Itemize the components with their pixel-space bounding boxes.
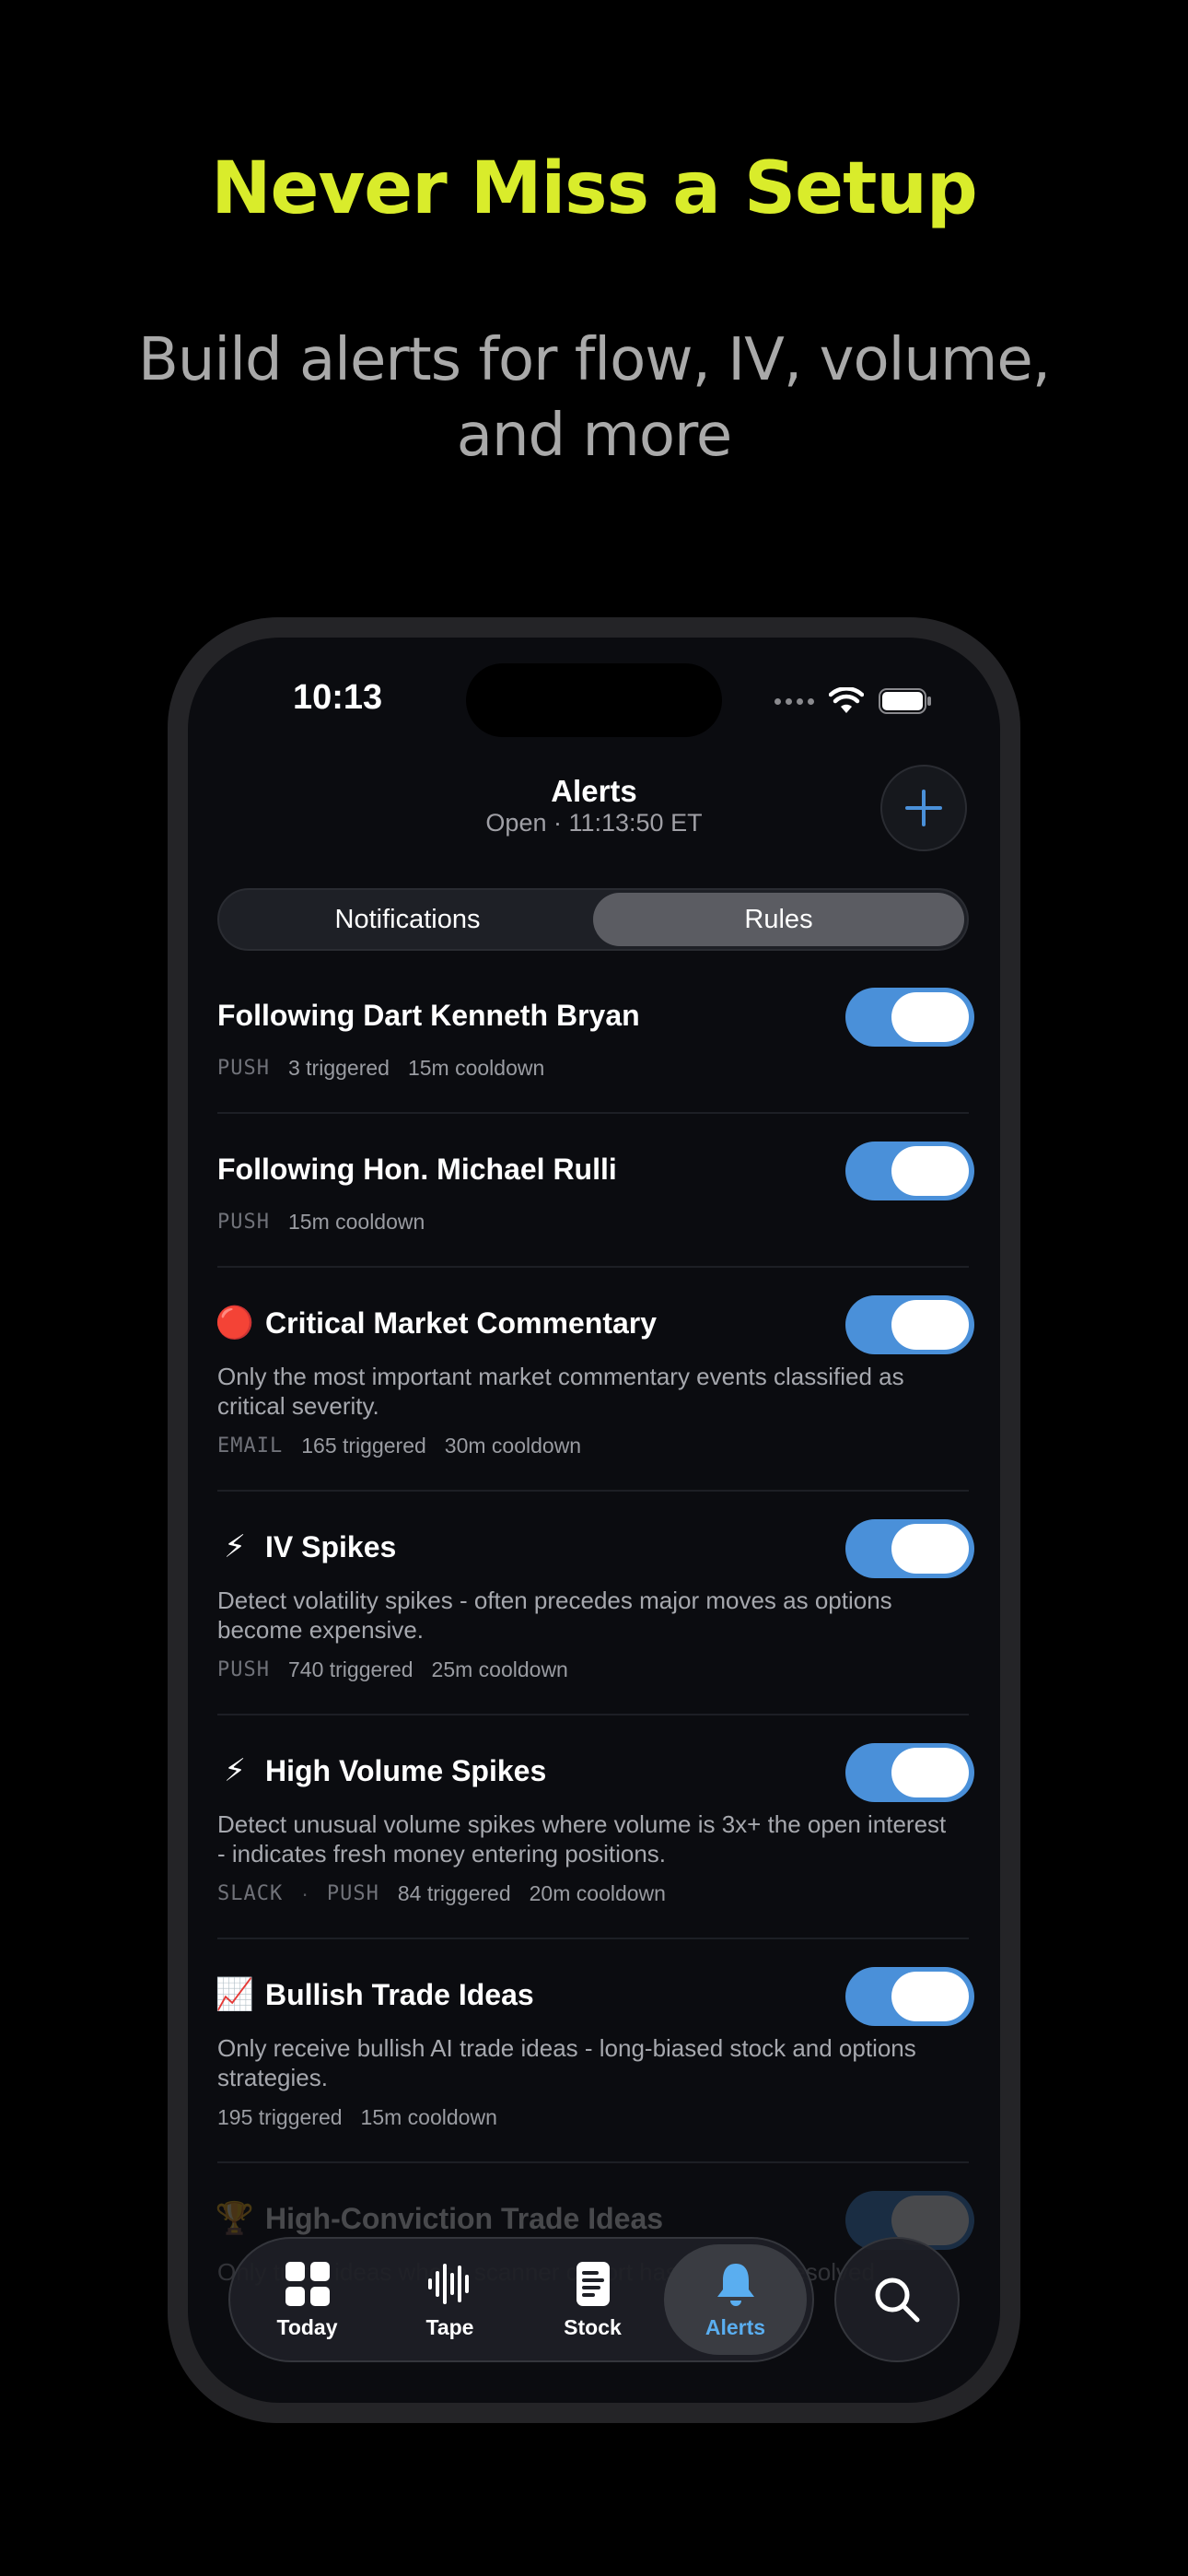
rule-toggle[interactable] [845,1142,974,1200]
rule-toggle[interactable] [845,1967,974,2026]
red-circle-icon: 🔴 [215,1305,255,1341]
rule-meta: EMAIL 165 triggered 30m cooldown [217,1434,969,1458]
tab-label: Tape [425,2314,474,2339]
segmented-control: Notifications Rules [217,888,969,951]
search-button[interactable] [834,2237,960,2362]
document-icon [576,2261,610,2306]
rule-toggle[interactable] [845,1743,974,1802]
rule-meta: 195 triggered 15m cooldown [217,2105,969,2130]
dynamic-island [466,663,722,737]
tab-notifications[interactable]: Notifications [222,893,593,946]
tab-tape[interactable]: Tape [379,2244,521,2355]
rule-item[interactable]: 📈 Bullish Trade Ideas Only receive bullis… [215,1939,974,2163]
rule-toggle[interactable] [845,1295,974,1354]
rule-item[interactable]: Following Dart Kenneth Bryan PUSH 3 trig… [217,988,974,1114]
triggered-count: 165 triggered [301,1434,426,1458]
cooldown: 15m cooldown [407,1056,545,1080]
rule-item[interactable]: ⚡ IV Spikes Detect volatility spikes - of… [217,1492,974,1715]
rule-meta: PUSH 740 triggered 25m cooldown [217,1657,969,1682]
rule-toggle[interactable] [845,1519,974,1578]
status-time: 10:13 [293,678,383,717]
cooldown: 15m cooldown [360,2105,497,2129]
status-icons [775,687,932,715]
headline: Never Miss a Setup [211,147,977,230]
cooldown: 30m cooldown [444,1434,582,1458]
channel-badge: EMAIL [217,1434,284,1458]
tab-label: Alerts [705,2314,766,2339]
search-icon [875,2277,920,2323]
battery-icon [879,688,931,714]
cellular-icon [775,697,814,705]
channel-badge: PUSH [326,1882,379,1905]
triggered-count: 84 triggered [397,1881,511,1905]
tab-bar: Today Tape Stock Alerts [228,2237,814,2362]
cooldown: 20m cooldown [529,1881,666,1905]
rule-meta: PUSH 15m cooldown [217,1210,969,1235]
triggered-count: 3 triggered [287,1056,390,1080]
subheadline: Build alerts for flow, IV, volume, and m… [137,326,1051,470]
waveform-icon [427,2263,469,2304]
wifi-icon [829,687,864,713]
chart-up-icon: 📈 [215,1976,255,2013]
rule-toggle[interactable] [845,988,974,1047]
tab-label: Stock [564,2314,622,2339]
plus-icon [905,790,942,826]
rule-description: Detect unusual volume spikes where volum… [217,1810,947,1868]
channel-badge: PUSH [217,1658,270,1681]
trophy-icon: 🏆 [215,2200,255,2237]
phone-screen: 10:13 Alerts Open · 11:13:50 ET Notifica… [188,638,1000,2403]
channel-badge: PUSH [217,1057,270,1080]
rule-meta: PUSH 3 triggered 15m cooldown [217,1056,969,1081]
triggered-count: 195 triggered [217,2105,343,2129]
grid-icon [285,2261,330,2306]
rule-item[interactable]: ⚡ High Volume Spikes Detect unusual volum… [217,1715,974,1939]
bell-icon [716,2263,754,2306]
lightning-icon: ⚡ [224,1752,246,1789]
add-alert-button[interactable] [880,765,967,851]
rule-description: Only receive bullish AI trade ideas - lo… [217,2034,916,2091]
rule-description: Detect volatility spikes - often precede… [217,1587,892,1644]
rule-description: Only the most important market commentar… [217,1363,904,1420]
cooldown: 15m cooldown [287,1210,425,1234]
tab-today[interactable]: Today [236,2244,379,2355]
rule-meta: SLACK · PUSH 84 triggered 20m cooldown [217,1881,969,1906]
lightning-icon: ⚡ [224,1528,246,1565]
tab-stock[interactable]: Stock [521,2244,664,2355]
channel-badge: PUSH [217,1211,270,1234]
rule-item[interactable]: Following Hon. Michael Rulli PUSH 15m co… [217,1114,974,1268]
tab-label: Today [276,2314,338,2339]
triggered-count: 740 triggered [287,1657,413,1681]
tab-rules[interactable]: Rules [593,893,964,946]
rule-item[interactable]: 🔴 Critical Market Commentary Only the mos… [215,1268,974,1492]
separator: · [301,1881,309,1905]
cooldown: 25m cooldown [431,1657,568,1681]
page-title: Alerts [551,774,637,808]
market-status: Open · 11:13:50 ET [485,809,703,837]
channel-badge: SLACK [217,1882,284,1905]
tab-alerts[interactable]: Alerts [664,2244,807,2355]
rules-list: Following Dart Kenneth Bryan PUSH 3 trig… [215,988,974,2318]
